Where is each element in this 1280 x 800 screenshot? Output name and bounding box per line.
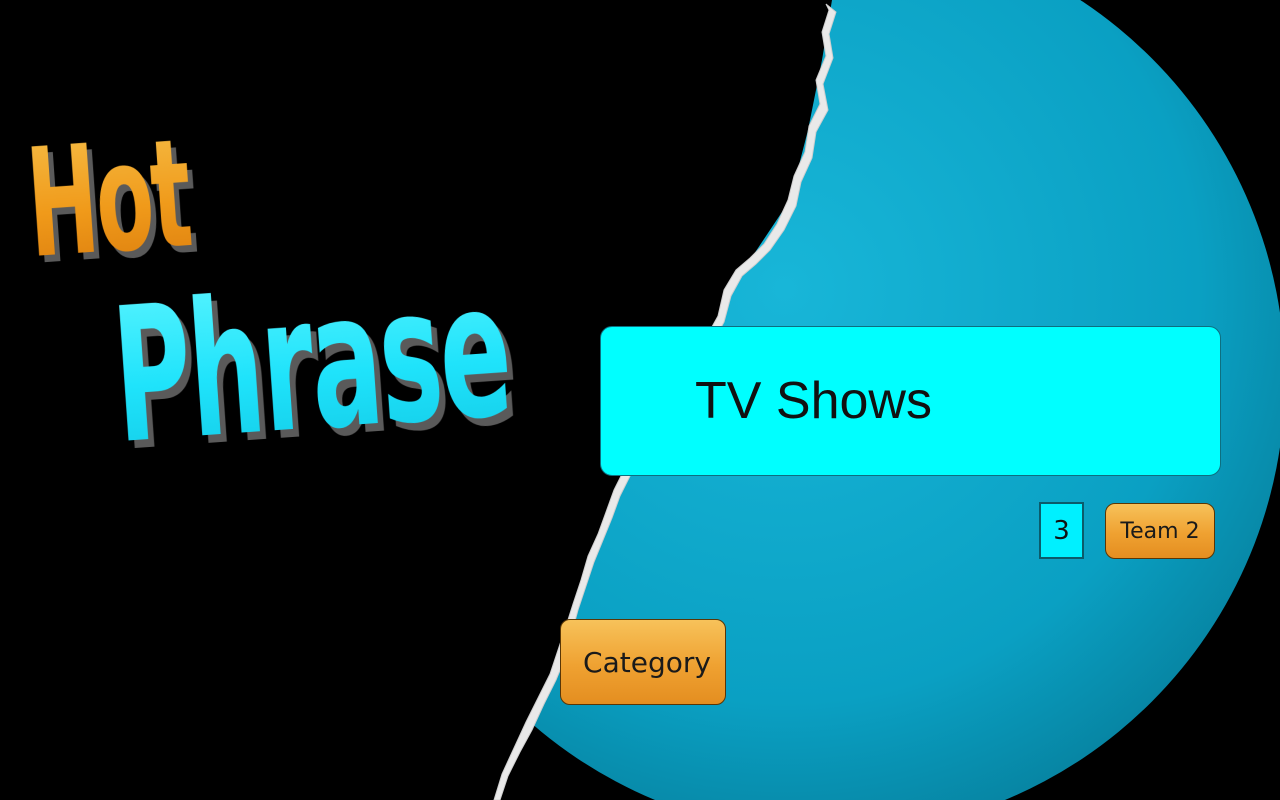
category-button[interactable]: Category: [560, 619, 726, 705]
score-display: 3: [1039, 502, 1084, 559]
current-phrase: TV Shows: [695, 372, 932, 430]
phrase-display: TV Shows: [600, 326, 1221, 476]
team-button[interactable]: Team 2: [1105, 503, 1215, 559]
game-screen: Hot Phrase TV Shows 3 Team 2 Category: [0, 0, 1280, 800]
logo-phrase-text: Phrase: [106, 240, 516, 485]
